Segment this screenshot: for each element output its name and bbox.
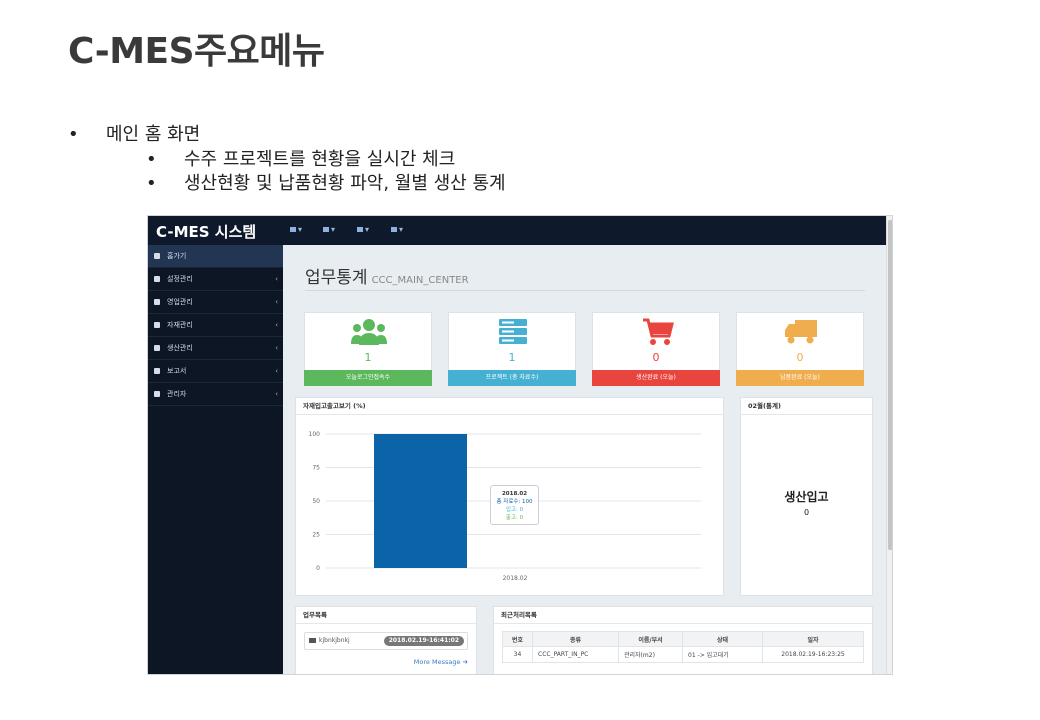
stat-value: 0 — [652, 351, 660, 364]
bar — [374, 434, 467, 568]
column-header: 종류 — [532, 631, 619, 647]
main-content: 업무통계 CCC_MAIN_CENTER 1 오늘로그인접속수 1 프로젝트 (총… — [283, 245, 886, 674]
sidebar-item-admin[interactable]: 관리자 ‹ — [148, 383, 283, 406]
stat-value: 0 — [796, 351, 804, 364]
stat-label: 납품완료 (오늘) — [736, 370, 864, 386]
month-stat-value: 0 — [803, 508, 810, 517]
table-cell: 2018.02.19-16:23:25 — [762, 646, 864, 663]
table-cell: 01 -> 입고대기 — [682, 646, 763, 663]
app-screenshot: C-MES 시스템 ▾ ▾ ▾ ▾ 홈가기 설정관리 ‹ 영업관리 ‹ 자재관리 ‹ … — [147, 215, 893, 675]
month-stat-label: 생산입고 — [784, 490, 829, 504]
table-cell: 관리자(m2) — [618, 646, 683, 663]
sub-bullet: 생산현황 및 납품현황 파악, 월별 생산 통계 — [68, 172, 506, 196]
envelope-icon[interactable]: ▾ — [290, 225, 306, 235]
users-icon — [351, 319, 387, 345]
page-title: 업무통계 CCC_MAIN_CENTER — [305, 268, 469, 288]
x-tick-label: 2018.02 — [503, 575, 528, 582]
y-tick-label: 0 — [316, 565, 320, 572]
y-tick-label: 100 — [309, 431, 321, 438]
cubes-icon — [154, 322, 160, 328]
column-header: 번호 — [502, 631, 533, 647]
chart-panel: 자재입고출고보기 (%) 100 75 50 25 0 2018.02 2018.02 총… — [295, 397, 724, 596]
sidebar-item-reports[interactable]: 보고서 ‹ — [148, 360, 283, 383]
user-icon[interactable]: ▾ — [391, 225, 407, 235]
stat-login-count[interactable]: 1 오늘로그인접속수 — [304, 312, 432, 386]
recent-panel: 최근처리목록 번호 종류 이름/부서 상태 일자 34 CCC_PART_IN_… — [493, 606, 873, 674]
sub-bullet: 수주 프로젝트를 현황을 실시간 체크 — [68, 148, 506, 172]
server-icon — [499, 319, 527, 344]
edit-icon — [154, 345, 160, 351]
page-subtitle: CCC_MAIN_CENTER — [371, 275, 469, 286]
sliders-icon — [154, 391, 160, 397]
stat-delivery-done[interactable]: 0 납품완료 (오늘) — [736, 312, 864, 386]
stat-project-count[interactable]: 1 프로젝트 (총 자료수) — [448, 312, 576, 386]
bell-icon[interactable]: ▾ — [357, 225, 373, 235]
stat-label: 오늘로그인접속수 — [304, 370, 432, 386]
report-icon — [154, 368, 160, 374]
stat-value: 1 — [364, 351, 372, 364]
recent-panel-title: 최근처리목록 — [494, 607, 872, 624]
sidebar: 홈가기 설정관리 ‹ 영업관리 ‹ 자재관리 ‹ 생산관리 ‹ 보고서 ‹ 관리자 ‹ — [148, 245, 283, 674]
wrench-icon — [154, 276, 160, 282]
chevron-left-icon: ‹ — [275, 390, 278, 398]
sidebar-item-home[interactable]: 홈가기 — [148, 245, 283, 268]
chevron-left-icon: ‹ — [275, 344, 278, 352]
stat-value: 1 — [508, 351, 516, 364]
cart-icon — [643, 318, 674, 345]
column-header: 이름/부서 — [618, 631, 683, 647]
table-row[interactable]: 34 CCC_PART_IN_PC 관리자(m2) 01 -> 입고대기 201… — [502, 646, 864, 663]
chevron-left-icon: ‹ — [275, 367, 278, 375]
chart-tooltip: 2018.02 총 자료수: 100 입고: 0 출고: 0 — [490, 485, 539, 525]
chevron-left-icon: ‹ — [275, 275, 278, 283]
stat-label: 프로젝트 (총 자료수) — [448, 370, 576, 386]
table-cell: CCC_PART_IN_PC — [532, 646, 619, 663]
wrench-icon — [154, 299, 160, 305]
month-stats-panel: 02월(통계) 생산입고 0 — [740, 397, 873, 596]
sidebar-item-settings[interactable]: 설정관리 ‹ — [148, 268, 283, 291]
column-header: 일자 — [762, 631, 864, 647]
stat-label: 생산완료 (오늘) — [592, 370, 720, 386]
chart-panel-title: 자재입고출고보기 (%) — [296, 398, 723, 415]
column-header: 상태 — [682, 631, 763, 647]
sidebar-item-production[interactable]: 생산관리 ‹ — [148, 337, 283, 360]
time-badge: 2018.02.19-16:41:02 — [383, 636, 464, 646]
bullet-main: 메인 홈 화면 — [68, 122, 506, 148]
scrollbar-thumb[interactable] — [888, 220, 892, 550]
chevron-left-icon: ‹ — [275, 321, 278, 329]
sidebar-item-sales[interactable]: 영업관리 ‹ — [148, 291, 283, 314]
table-cell: 34 — [502, 646, 533, 663]
scrollbar[interactable] — [886, 216, 892, 674]
title-divider — [305, 290, 865, 291]
arrow-circle-right-icon: ➔ — [462, 658, 468, 666]
envelope-icon — [309, 638, 316, 643]
chevron-left-icon: ‹ — [275, 298, 278, 306]
todo-item[interactable]: kjbnkjbnkj 2018.02.19-16:41:02 — [304, 632, 468, 650]
slide-title: C-MES주요메뉴 — [68, 31, 325, 72]
todo-panel-title: 업무목록 — [296, 607, 476, 624]
y-tick-label: 75 — [312, 465, 320, 472]
sidebar-item-materials[interactable]: 자재관리 ‹ — [148, 314, 283, 337]
more-message-link[interactable]: More Message ➔ — [414, 658, 468, 666]
file-icon — [154, 253, 160, 259]
truck-icon — [785, 320, 817, 344]
table-header-row: 번호 종류 이름/부서 상태 일자 — [502, 631, 864, 647]
todo-panel: 업무목록 kjbnkjbnkj 2018.02.19-16:41:02 More… — [295, 606, 477, 674]
month-panel-title: 02월(통계) — [741, 398, 872, 415]
y-tick-label: 25 — [312, 532, 320, 539]
recent-table: 번호 종류 이름/부서 상태 일자 34 CCC_PART_IN_PC 관리자(… — [502, 631, 864, 663]
stat-production-done[interactable]: 0 생산완료 (오늘) — [592, 312, 720, 386]
bullet-list: 메인 홈 화면 수주 프로젝트를 현황을 실시간 체크 생산현황 및 납품현황 … — [68, 122, 506, 196]
top-navbar: C-MES 시스템 ▾ ▾ ▾ ▾ — [148, 216, 892, 245]
y-tick-label: 50 — [312, 498, 320, 505]
list-icon[interactable]: ▾ — [323, 225, 339, 235]
brand-logo[interactable]: C-MES 시스템 — [156, 221, 256, 242]
